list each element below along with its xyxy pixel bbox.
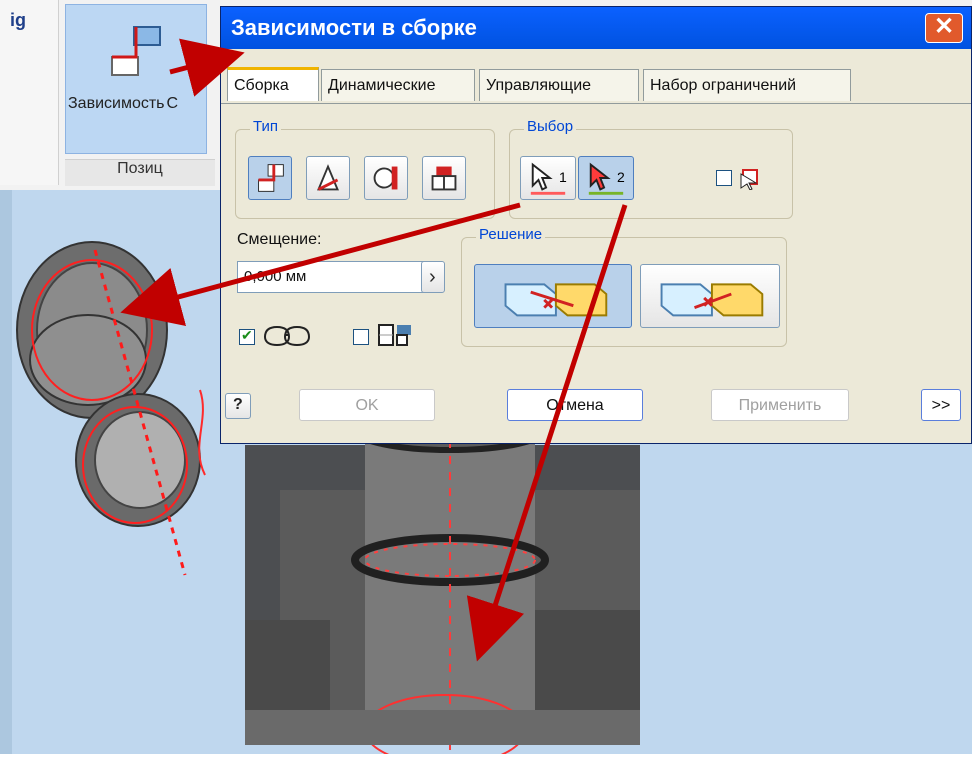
constraint-icon	[111, 26, 161, 76]
more-button[interactable]: >>	[921, 389, 961, 421]
left-part	[16, 241, 206, 576]
first-occurrence-checkbox[interactable]	[716, 170, 732, 186]
type-group: Тип	[235, 118, 495, 219]
preview-checkbox[interactable]	[239, 327, 255, 345]
help-button[interactable]: ?	[225, 393, 251, 419]
ribbon-left-area: ig	[0, 0, 59, 185]
apply-button[interactable]: Применить	[711, 389, 849, 421]
tab-assembly[interactable]: Сборка	[227, 67, 319, 101]
dialog-title: Зависимости в сборке	[231, 15, 477, 40]
solution-group: Решение	[461, 226, 787, 347]
insert-type-button[interactable]	[422, 156, 466, 200]
mate-icon	[258, 164, 284, 192]
cancel-button[interactable]: Отмена	[507, 389, 643, 421]
select-1-number: 1	[559, 169, 567, 185]
solution-mate-icon	[504, 283, 608, 317]
tab-control[interactable]: Управляющие	[479, 69, 639, 101]
ok-button[interactable]: OK	[299, 389, 435, 421]
select-1-button[interactable]: 1	[520, 156, 576, 200]
predict-offset-icon	[378, 324, 411, 346]
solution-mate-button[interactable]	[474, 264, 632, 328]
chevron-right-icon: ›	[429, 266, 436, 288]
dialog-tabs: Сборка Динамические Управляющие Набор ог…	[221, 67, 971, 104]
constraint-ribbon-button[interactable]: Зависимость С	[65, 4, 207, 154]
dialog-titlebar[interactable]: Зависимости в сборке ✕	[221, 7, 971, 49]
solution-flush-button[interactable]	[640, 264, 780, 328]
constraint-button-label: Зависимость С	[68, 95, 179, 112]
help-icon: ?	[233, 396, 243, 413]
angle-icon	[317, 164, 339, 191]
ribbon-panel-title: Позиц	[65, 159, 215, 186]
close-button[interactable]: ✕	[925, 13, 963, 43]
ribbon-tiny-icon[interactable]: ig	[10, 10, 50, 32]
offset-menu-button[interactable]: ›	[421, 261, 445, 293]
solution-group-title: Решение	[476, 226, 546, 243]
tangent-type-button[interactable]	[364, 156, 408, 200]
solution-flush-icon	[660, 283, 764, 317]
center-part	[245, 407, 640, 759]
tab-dynamic[interactable]: Динамические	[321, 69, 475, 101]
viewport-left-border	[0, 190, 12, 754]
tab-constraint-set[interactable]: Набор ограничений	[643, 69, 851, 101]
angle-type-button[interactable]	[306, 156, 350, 200]
selection-group: Выбор 1 2	[509, 118, 793, 219]
assembly-constraints-dialog: Зависимости в сборке ✕ Сборка Динамическ…	[220, 6, 972, 444]
tangent-icon	[373, 166, 398, 190]
glasses-icon	[263, 325, 311, 347]
mate-type-button[interactable]	[248, 156, 292, 200]
offset-input[interactable]: 0,000 мм	[237, 261, 435, 293]
first-occurrence-icon	[740, 169, 758, 190]
insert-icon	[431, 166, 457, 191]
type-group-title: Тип	[250, 118, 282, 135]
select-2-button[interactable]: 2	[578, 156, 634, 200]
selection-group-title: Выбор	[524, 118, 577, 135]
predict-offset-checkbox[interactable]	[353, 329, 369, 345]
select-2-number: 2	[617, 169, 625, 185]
offset-label: Смещение:	[237, 231, 322, 248]
